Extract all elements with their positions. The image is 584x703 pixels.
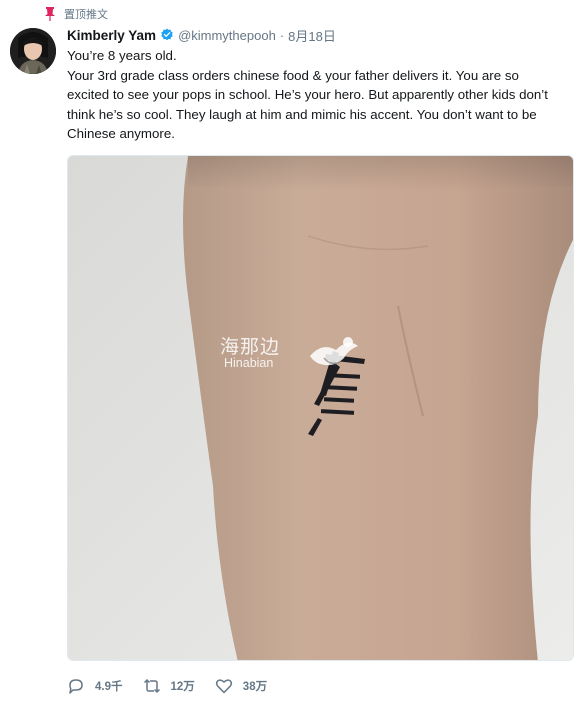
like-button[interactable]: 38万 <box>215 677 267 695</box>
tweet-line: Your 3rd grade class orders chinese food… <box>67 67 519 83</box>
tweet-line: think he’s so cool. They laugh at him an… <box>67 106 537 122</box>
like-count: 38万 <box>242 681 268 693</box>
retweet-count: 12万 <box>170 681 195 693</box>
tweet-header: Kimberly Yam @kimmythepooh · 8月18日 <box>67 26 336 45</box>
reply-button[interactable]: 4.9千 <box>67 677 123 695</box>
tweet-actions: 4.9千 12万 38万 <box>67 676 287 696</box>
pinned-tweet-indicator: 置顶推文 <box>44 7 108 21</box>
tweet-text: You’re 8 years old. Your 3rd grade class… <box>67 46 579 144</box>
reply-count: 4.9千 <box>95 681 123 693</box>
reply-icon <box>69 679 83 694</box>
pinned-label: 置顶推文 <box>64 9 108 21</box>
retweet-icon <box>143 678 160 694</box>
tweet-line: You’re 8 years old. <box>67 48 177 63</box>
pin-icon <box>45 7 55 21</box>
heart-icon <box>215 679 232 694</box>
separator-dot: · <box>279 27 285 43</box>
author-handle[interactable]: @kimmythepooh <box>178 28 276 43</box>
bird-logo-icon <box>310 337 358 366</box>
retweet-button[interactable]: 12万 <box>143 677 195 695</box>
tweet-date[interactable]: 8月18日 <box>288 26 336 45</box>
tweet-line: Chinese anymore. <box>67 126 175 142</box>
avatar[interactable] <box>10 28 56 74</box>
author-name[interactable]: Kimberly Yam <box>67 28 156 43</box>
watermark-en: Hinabian <box>224 356 274 370</box>
wrist-photo <box>68 156 573 660</box>
watermark: 海那边 Hinabian <box>220 328 380 376</box>
watermark-cn: 海那边 <box>220 336 281 358</box>
tweet-line: excited to see your pops in school. He’s… <box>67 87 548 103</box>
tweet-photo[interactable]: 海那边 Hinabian <box>67 155 574 661</box>
verified-badge-icon <box>161 28 173 41</box>
